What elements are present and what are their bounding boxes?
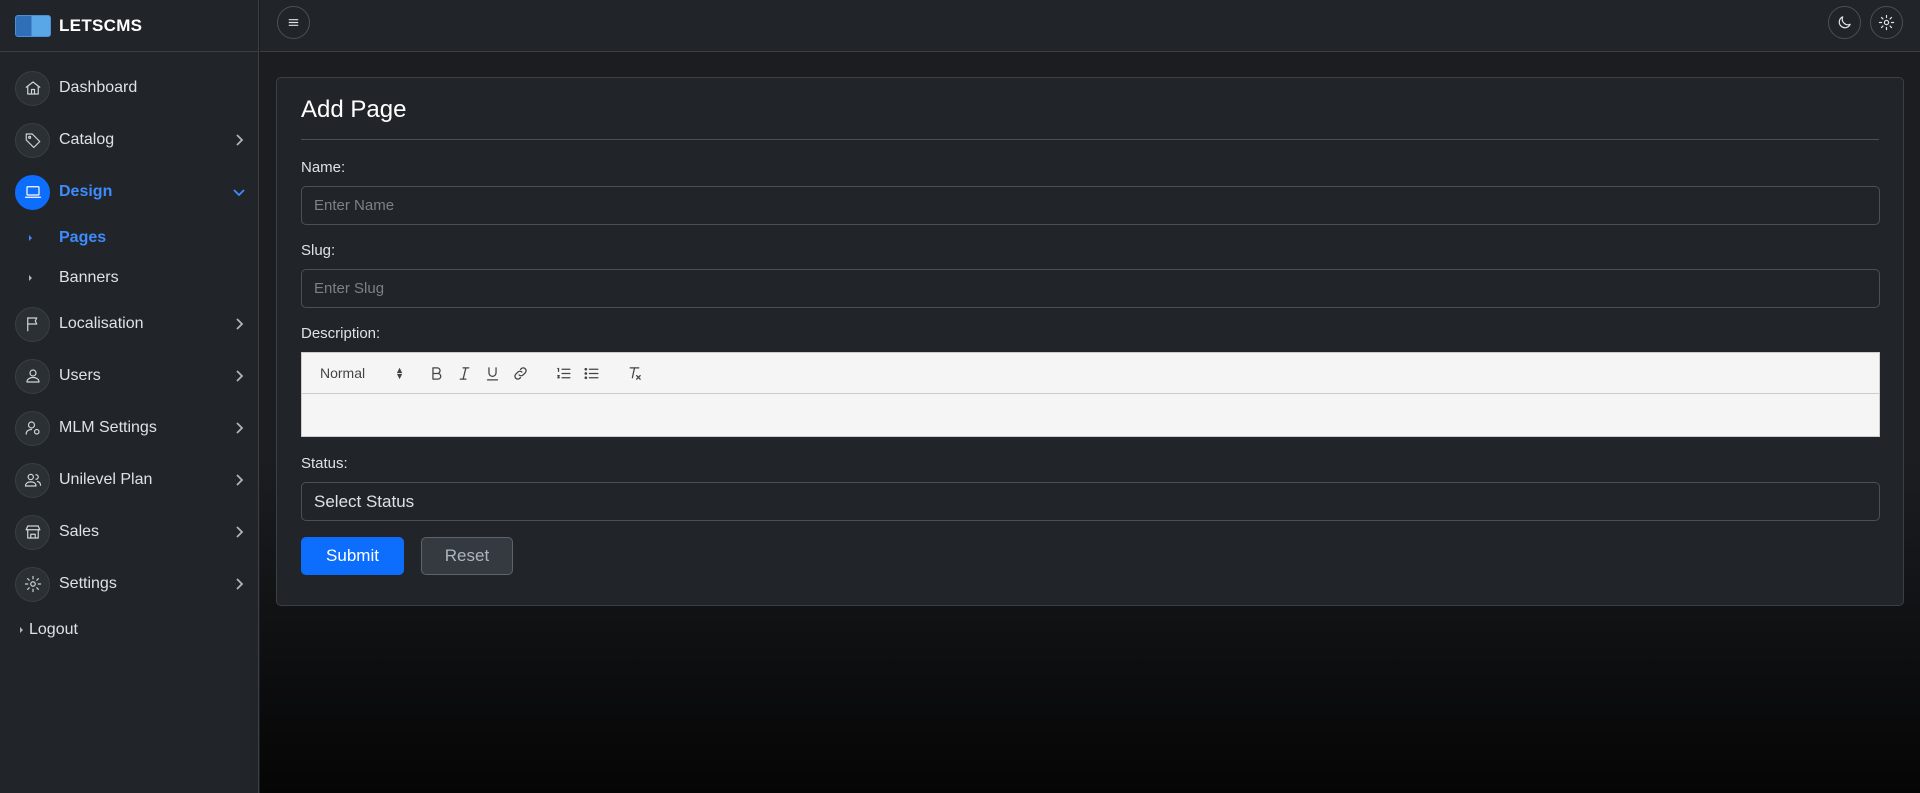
sidebar-item-label: Catalog xyxy=(59,131,115,148)
chevron-right-icon xyxy=(232,473,246,487)
chevron-right-icon xyxy=(232,525,246,539)
moon-icon xyxy=(1838,16,1851,29)
flag-icon xyxy=(15,306,50,342)
sidebar-item-label: Dashboard xyxy=(59,79,138,96)
user-gear-icon xyxy=(15,410,50,446)
gear-icon xyxy=(1878,14,1895,31)
status-select[interactable]: Select Status xyxy=(301,482,1880,521)
sidebar-item-sales[interactable]: Sales xyxy=(0,506,258,558)
status-label: Status: xyxy=(301,455,348,472)
chevron-down-icon xyxy=(232,185,246,199)
title-divider xyxy=(301,139,1879,140)
add-page-card: Add Page Name: Slug: Description: Normal… xyxy=(276,77,1904,606)
chevron-right-icon xyxy=(232,577,246,591)
topbar xyxy=(260,0,1920,52)
description-editor[interactable] xyxy=(301,393,1880,437)
reset-button[interactable]: Reset xyxy=(421,537,513,575)
gear-icon xyxy=(15,566,50,602)
sidebar-nav: Dashboard Catalog Design Pages Banners L… xyxy=(0,52,258,650)
sidebar-item-label: Design xyxy=(59,183,113,200)
page-title: Add Page xyxy=(301,96,407,123)
user-icon xyxy=(15,358,50,394)
bold-icon xyxy=(431,366,441,380)
sidebar-item-label: MLM Settings xyxy=(59,419,157,436)
brand-logo xyxy=(15,14,51,37)
sidebar-subitem-banners[interactable]: Banners xyxy=(0,258,258,298)
settings-button[interactable] xyxy=(1870,6,1903,39)
sidebar-item-label: Unilevel Plan xyxy=(59,471,153,488)
sidebar-item-mlm-settings[interactable]: MLM Settings xyxy=(0,402,258,454)
format-picker-label: Normal xyxy=(320,365,366,381)
theme-toggle-button[interactable] xyxy=(1828,6,1861,39)
chevron-right-icon xyxy=(232,317,246,331)
sidebar-toggle-button[interactable] xyxy=(277,6,310,39)
chevron-right-icon xyxy=(232,421,246,435)
ordered-list-button[interactable] xyxy=(549,361,577,385)
underline-button[interactable] xyxy=(478,361,506,385)
sidebar-item-localisation[interactable]: Localisation xyxy=(0,298,258,350)
sidebar-item-label: Users xyxy=(59,367,101,384)
sidebar-item-label: Sales xyxy=(59,523,100,540)
brand[interactable]: LETSCMS xyxy=(0,0,258,52)
sidebar: LETSCMS Dashboard Catalog Design Pages B… xyxy=(0,0,259,793)
main-content: Add Page Name: Slug: Description: Normal… xyxy=(260,53,1920,793)
italic-icon xyxy=(459,366,469,380)
caret-right-icon xyxy=(20,627,23,633)
shop-icon xyxy=(15,514,50,550)
sidebar-item-catalog[interactable]: Catalog xyxy=(0,114,258,166)
underline-icon xyxy=(486,366,498,381)
slug-field[interactable] xyxy=(301,269,1880,308)
chevron-right-icon xyxy=(232,369,246,383)
clear-format-button[interactable] xyxy=(620,361,648,385)
sidebar-item-design[interactable]: Design xyxy=(0,166,258,218)
description-label: Description: xyxy=(301,325,381,342)
editor-toolbar: Normal ▲ ▼ xyxy=(301,352,1880,394)
sidebar-item-settings[interactable]: Settings xyxy=(0,558,258,610)
brand-name: LETSCMS xyxy=(59,15,143,35)
sidebar-item-dashboard[interactable]: Dashboard xyxy=(0,62,258,114)
sidebar-item-unilevel-plan[interactable]: Unilevel Plan xyxy=(0,454,258,506)
caret-right-icon xyxy=(29,275,32,281)
sidebar-item-label: Localisation xyxy=(59,315,144,332)
sidebar-subitem-pages[interactable]: Pages xyxy=(0,218,258,258)
italic-button[interactable] xyxy=(450,361,478,385)
submit-button[interactable]: Submit xyxy=(301,537,404,575)
home-icon xyxy=(15,70,50,106)
slug-label: Slug: xyxy=(301,242,336,259)
link-button[interactable] xyxy=(506,361,534,385)
tag-icon xyxy=(15,122,50,158)
laptop-icon xyxy=(15,174,50,210)
bullet-list-icon xyxy=(583,367,599,379)
logout-label: Logout xyxy=(29,621,78,638)
ordered-list-icon xyxy=(556,367,571,378)
chevron-right-icon xyxy=(232,133,246,147)
updown-icon: ▲ ▼ xyxy=(395,365,404,381)
bullet-list-button[interactable] xyxy=(577,361,605,385)
name-label: Name: xyxy=(301,159,346,176)
link-icon xyxy=(513,366,527,380)
users-icon xyxy=(15,462,50,498)
sidebar-item-label: Settings xyxy=(59,575,117,592)
logout-link[interactable]: Logout xyxy=(0,610,258,650)
sidebar-item-users[interactable]: Users xyxy=(0,350,258,402)
bold-button[interactable] xyxy=(422,361,450,385)
name-field[interactable] xyxy=(301,186,1880,225)
caret-right-icon xyxy=(29,235,32,241)
format-picker[interactable]: Normal ▲ ▼ xyxy=(314,361,410,385)
hamburger-icon xyxy=(288,19,299,26)
sidebar-subitem-label: Pages xyxy=(59,229,107,246)
clear-format-icon xyxy=(629,366,641,380)
sidebar-subitem-label: Banners xyxy=(59,269,119,286)
